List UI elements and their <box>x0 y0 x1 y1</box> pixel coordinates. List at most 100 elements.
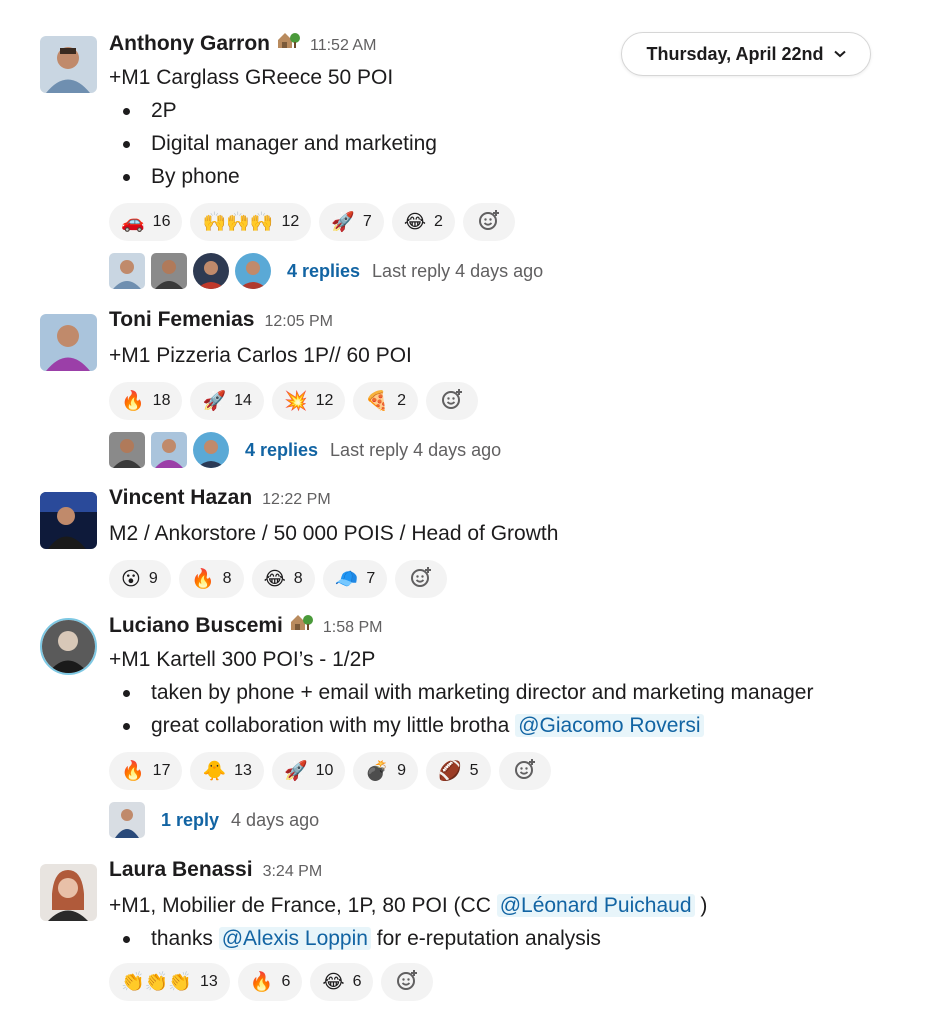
reaction-count: 13 <box>199 973 218 990</box>
pizza-icon: 🍕 <box>365 390 390 412</box>
avatar[interactable] <box>40 314 97 371</box>
reaction-joy[interactable]: 😂 2 <box>391 203 455 241</box>
reaction-rocket[interactable]: 🚀 14 <box>190 382 264 420</box>
thread-summary[interactable]: 4 replies Last reply 4 days ago <box>109 253 920 289</box>
timestamp[interactable]: 11:52 AM <box>310 37 376 55</box>
fire-icon: 🔥 <box>191 568 215 590</box>
reaction-rocket[interactable]: 🚀 7 <box>319 203 384 241</box>
bullet-text: for e-reputation analysis <box>370 927 601 950</box>
author-name[interactable]: Luciano Buscemi <box>109 614 283 638</box>
reaction-fire[interactable]: 🔥 17 <box>109 752 183 790</box>
reaction-chick[interactable]: 🐥 13 <box>190 752 264 790</box>
thread-avatar <box>109 802 145 838</box>
replies-link[interactable]: 4 replies <box>287 261 360 282</box>
house-tree-icon <box>276 30 300 50</box>
reaction-clap[interactable]: 👏👏👏 13 <box>109 963 230 1001</box>
reaction-count: 7 <box>362 213 372 230</box>
reaction-cap[interactable]: 🧢 7 <box>322 560 388 598</box>
add-reaction-button[interactable] <box>498 752 551 790</box>
clap-icon: 👏👏👏 <box>121 971 192 993</box>
timestamp[interactable]: 3:24 PM <box>263 863 323 881</box>
message-text: +M1 Kartell 300 POI’s - 1/2P <box>109 648 376 671</box>
rocket-icon: 🚀 <box>283 760 308 782</box>
raised-hands-icon: 🙌🙌🙌 <box>202 211 274 233</box>
reaction-count: 2 <box>434 213 443 230</box>
user-mention[interactable]: @Léonard Puichaud <box>496 894 695 917</box>
thread-avatar <box>193 253 229 289</box>
author-name[interactable]: Laura Benassi <box>109 858 253 882</box>
reaction-joy[interactable]: 😂 6 <box>310 963 374 1001</box>
reaction-count: 5 <box>469 762 479 779</box>
message-text: +M1, Mobilier de France, 1P, 80 POI (CC … <box>109 890 920 922</box>
avatar[interactable] <box>40 36 97 93</box>
reaction-count: 13 <box>234 762 252 779</box>
bomb-icon: 💣 <box>365 760 390 782</box>
add-reaction-icon <box>440 387 464 416</box>
reaction-count: 17 <box>152 762 171 779</box>
replies-link[interactable]: 1 reply <box>161 810 219 831</box>
reaction-open-mouth[interactable]: 😮 9 <box>109 560 171 598</box>
timestamp[interactable]: 1:58 PM <box>323 619 383 637</box>
fire-icon: 🔥 <box>121 390 145 412</box>
thread-avatar <box>151 432 187 468</box>
chick-icon: 🐥 <box>202 760 227 782</box>
user-mention[interactable]: @Giacomo Roversi <box>515 714 704 737</box>
add-reaction-button[interactable] <box>395 560 448 598</box>
house-tree-icon <box>289 612 313 632</box>
avatar[interactable] <box>40 618 97 675</box>
add-reaction-icon <box>395 968 419 997</box>
rocket-icon: 🚀 <box>331 211 355 233</box>
add-reaction-button[interactable] <box>462 203 515 241</box>
reaction-count: 9 <box>148 570 158 587</box>
bullet-text: thanks <box>151 927 219 950</box>
car-icon: 🚗 <box>121 211 145 233</box>
reaction-count: 8 <box>293 570 303 587</box>
reaction-fire[interactable]: 🔥 8 <box>179 560 244 598</box>
joy-icon: 😂 <box>322 971 345 993</box>
author-name[interactable]: Toni Femenias <box>109 308 254 332</box>
avatar[interactable] <box>40 864 97 921</box>
reaction-count: 16 <box>152 213 171 230</box>
message-text: +M1 Carglass GReece 50 POI <box>109 66 394 89</box>
bullet-item: taken by phone + email with marketing di… <box>109 676 920 709</box>
message-text: M2 / Ankorstore / 50 000 POIS / Head of … <box>109 522 559 545</box>
football-icon: 🏈 <box>437 760 462 782</box>
user-mention[interactable]: @Alexis Loppin <box>218 927 371 950</box>
open-mouth-icon: 😮 <box>121 568 141 590</box>
text-segment: +M1, Mobilier de France, 1P, 80 POI (CC <box>109 894 497 917</box>
reaction-joy[interactable]: 😂 8 <box>251 560 315 598</box>
reaction-count: 12 <box>315 392 334 409</box>
timestamp[interactable]: 12:22 PM <box>262 491 330 509</box>
thread-avatar <box>151 253 187 289</box>
reaction-boom[interactable]: 💥 12 <box>271 382 346 420</box>
thread-avatar <box>109 253 145 289</box>
add-reaction-button[interactable] <box>381 963 434 1001</box>
bullet-item: thanks @Alexis Loppin for e-reputation a… <box>109 922 920 955</box>
reaction-count: 8 <box>222 570 232 587</box>
reaction-fire[interactable]: 🔥 18 <box>109 382 183 420</box>
reaction-count: 6 <box>281 973 291 990</box>
reaction-bomb[interactable]: 💣 9 <box>353 752 418 790</box>
bullet-item: great collaboration with my little broth… <box>109 709 920 742</box>
thread-summary[interactable]: 4 replies Last reply 4 days ago <box>109 432 920 468</box>
reaction-football[interactable]: 🏈 5 <box>425 752 491 790</box>
last-reply-text: Last reply 4 days ago <box>330 439 502 460</box>
add-reaction-icon <box>409 565 433 594</box>
reaction-car[interactable]: 🚗 16 <box>109 203 183 241</box>
reaction-raised-hands[interactable]: 🙌🙌🙌 12 <box>190 203 312 241</box>
rocket-icon: 🚀 <box>202 390 227 412</box>
reaction-count: 12 <box>281 213 300 230</box>
author-name[interactable]: Vincent Hazan <box>109 486 252 510</box>
reaction-rocket[interactable]: 🚀 10 <box>271 752 346 790</box>
thread-summary[interactable]: 1 reply 4 days ago <box>109 802 920 838</box>
reaction-pizza[interactable]: 🍕 2 <box>353 382 418 420</box>
reaction-count: 9 <box>397 762 406 779</box>
thread-avatar <box>109 432 145 468</box>
add-reaction-button[interactable] <box>425 382 478 420</box>
reaction-fire[interactable]: 🔥 6 <box>237 963 303 1001</box>
author-name[interactable]: Anthony Garron <box>109 32 270 56</box>
reaction-count: 6 <box>352 973 362 990</box>
timestamp[interactable]: 12:05 PM <box>264 313 332 331</box>
replies-link[interactable]: 4 replies <box>245 440 318 461</box>
avatar[interactable] <box>40 492 97 549</box>
